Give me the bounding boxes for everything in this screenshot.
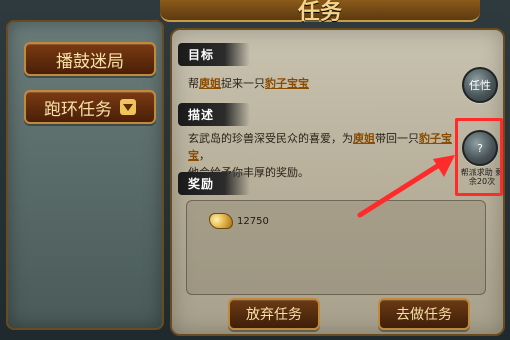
item-link[interactable]: 豹子宝宝	[265, 77, 309, 90]
abandon-task-button[interactable]: 放弃任务	[228, 298, 320, 330]
window-title-text: 任务	[297, 0, 342, 25]
renxing-icon[interactable]: 任性	[462, 67, 498, 103]
tab-label: 播鼓迷局	[56, 51, 124, 72]
red-arrow	[357, 155, 455, 218]
section-reward-label: 奖励	[178, 172, 250, 195]
chevron-down-icon	[120, 99, 136, 115]
section-target-label: 目标	[178, 43, 250, 66]
task-list-panel: 播鼓迷局 跑环任务	[6, 20, 164, 330]
section-description-label: 描述	[178, 103, 250, 126]
gold-reward: 12750	[209, 213, 269, 229]
npc-link[interactable]: 庾姐	[199, 77, 221, 90]
target-text: 帮庾姐捉来一只豹子宝宝	[188, 77, 309, 90]
game-window: 播鼓迷局 跑环任务 任务 目标 帮庾姐捉来一只豹子宝宝 描述 玄武岛的珍兽深受民…	[0, 0, 510, 340]
gold-icon	[209, 213, 233, 229]
go-task-button[interactable]: 去做任务	[378, 298, 470, 330]
gold-amount: 12750	[237, 215, 269, 227]
window-title: 任务	[160, 0, 480, 25]
tab-label: 跑环任务	[44, 99, 112, 120]
renxing-icon-label: 任性	[469, 79, 491, 92]
tab-paohuan-renwu[interactable]: 跑环任务	[24, 90, 156, 124]
tab-bobao-miju[interactable]: 播鼓迷局	[24, 42, 156, 76]
